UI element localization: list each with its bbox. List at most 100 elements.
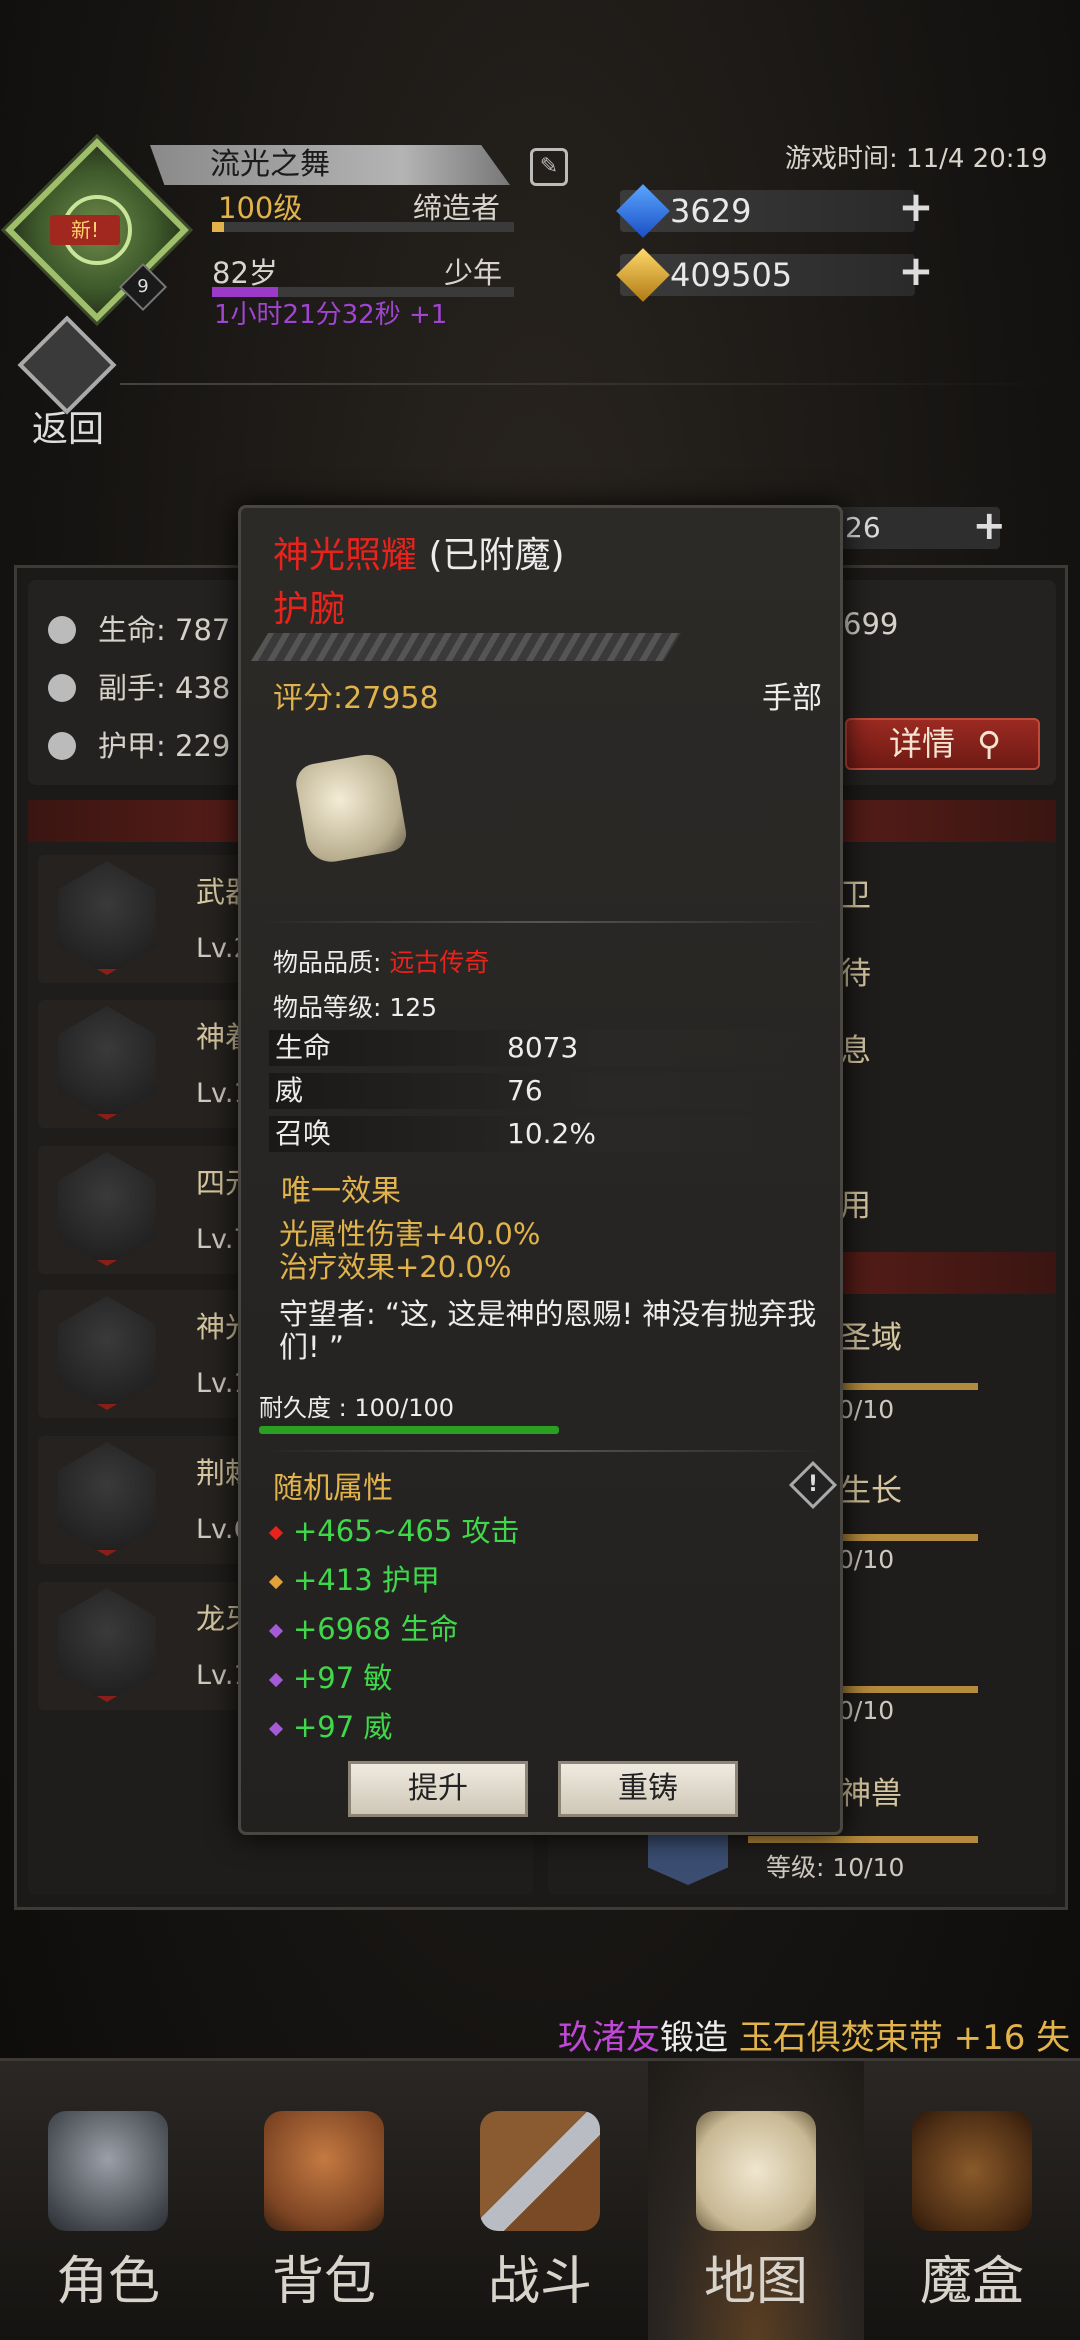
skill-bar-3 <box>748 1836 978 1843</box>
skill-progress-0: 0/10 <box>838 1395 895 1424</box>
nav-label: 魔盒 <box>919 2252 1024 2312</box>
heart-icon <box>48 616 76 644</box>
equipment-icon <box>58 861 156 975</box>
unique-effect-2: 治疗效果+20.0% <box>279 1250 512 1284</box>
popup-divider <box>261 921 826 923</box>
equipment-icon <box>58 1152 156 1266</box>
nav-label: 角色 <box>55 2252 160 2312</box>
armor-icon <box>48 732 76 760</box>
player-age: 82岁 <box>212 256 278 290</box>
skill-name-3: 神兽 <box>840 1776 902 1812</box>
gold-resource: 409505 + <box>616 248 934 302</box>
magic-box-icon <box>912 2111 1032 2231</box>
unique-effect-1: 光属性伤害+40.0% <box>279 1217 541 1251</box>
nav-magic-box[interactable]: 魔盒 <box>864 2061 1080 2340</box>
reforge-button[interactable]: 重铸 <box>558 1761 738 1817</box>
item-lore: 守望者: “这, 这是神的恩赐! 神没有抛弃我们! ” <box>279 1297 817 1364</box>
ticker-action: 锻造 <box>660 2018 739 2058</box>
purple-gem-icon <box>268 1623 284 1639</box>
nav-label: 地图 <box>703 2252 808 2312</box>
blue-gem-icon <box>616 184 670 238</box>
skill-progress-2: 0/10 <box>838 1696 895 1725</box>
skill-name-1: 生长 <box>840 1473 902 1509</box>
random-attr-title: 随机属性 <box>273 1471 393 1506</box>
partial-resource: 26 + <box>825 505 1006 549</box>
stat-right-value: 699 <box>843 607 899 641</box>
purple-gem-icon <box>268 1672 284 1688</box>
ticker-suffix: +16 失 <box>942 2018 1071 2058</box>
bottom-nav: 角色 背包 战斗 地图 魔盒 <box>0 2058 1080 2340</box>
helmet-icon <box>48 2111 168 2231</box>
item-detail-popup: 神光照耀 (已附魔) 护腕 评分:27958 手部 物品品质: 远古传奇 物品等… <box>238 505 843 1835</box>
player-name: 流光之舞 <box>150 145 510 185</box>
ticker-player: 玖渚友 <box>558 2018 660 2058</box>
back-button[interactable]: 返回 <box>17 315 118 450</box>
item-quality: 物品品质: 远古传奇 <box>273 948 490 977</box>
durability-label: 耐久度 : 100/100 <box>259 1394 455 1422</box>
right-item-0[interactable]: 卫 <box>840 870 871 915</box>
nav-label: 背包 <box>271 2252 376 2312</box>
random-attr-line: +97 威 <box>268 1704 392 1746</box>
gem-resource: 3629 + <box>616 184 934 238</box>
stat-life: 生命: 787 <box>48 607 230 649</box>
nav-battle[interactable]: 战斗 <box>432 2061 648 2340</box>
durability-bar <box>259 1426 559 1434</box>
add-gems-button[interactable]: + <box>897 186 935 228</box>
offhand-icon <box>48 674 76 702</box>
add-gold-button[interactable]: + <box>897 250 935 292</box>
base-stat-row: 召唤 10.2% <box>269 1116 824 1152</box>
search-icon: ⚲ <box>977 724 1002 763</box>
nav-backpack[interactable]: 背包 <box>216 2061 432 2340</box>
orange-gem-icon <box>268 1574 284 1590</box>
right-item-2[interactable]: 息 <box>840 1025 871 1070</box>
gold-coin-icon <box>616 248 670 302</box>
player-class: 缔造者 <box>413 191 501 225</box>
stat-armor: 护甲: 229 <box>48 723 230 765</box>
header-divider <box>120 383 1060 385</box>
backpack-icon <box>264 2111 384 2231</box>
random-attr-line: +465~465 攻击 <box>268 1508 520 1550</box>
player-level: 100级 <box>218 191 303 225</box>
skill-name-0: 圣域 <box>840 1320 902 1356</box>
nav-character[interactable]: 角色 <box>0 2061 216 2340</box>
title-stripe <box>251 633 681 661</box>
equipment-icon <box>58 1006 156 1120</box>
base-stat-row: 生命 8073 <box>269 1030 824 1066</box>
right-item-1[interactable]: 待 <box>840 948 871 993</box>
unique-effect-title: 唯一效果 <box>281 1174 401 1209</box>
random-attr-line: +6968 生命 <box>268 1606 458 1648</box>
forge-ticker: 玖渚友锻造 玉石俱焚束带 +16 失 <box>558 2010 1080 2059</box>
item-slot: 手部 <box>762 681 822 716</box>
game-time: 游戏时间: 11/4 20:19 <box>785 144 1048 174</box>
random-attr-line: +413 护甲 <box>268 1557 440 1599</box>
sword-shield-icon <box>480 2111 600 2231</box>
red-gem-icon <box>268 1525 284 1541</box>
nav-map[interactable]: 地图 <box>648 2061 864 2340</box>
age-stage: 少年 <box>444 256 503 290</box>
equipment-icon <box>58 1588 156 1702</box>
add-resource-icon[interactable]: + <box>972 505 1006 547</box>
nav-label: 战斗 <box>487 2252 592 2312</box>
item-score: 评分:27958 <box>273 681 439 716</box>
equipment-icon <box>58 1296 156 1410</box>
item-name: 神光照耀 <box>273 535 418 576</box>
base-stat-row: 威 76 <box>269 1073 824 1109</box>
enchant-tag: (已附魔) <box>417 535 565 576</box>
edit-name-icon[interactable]: ✎ <box>530 148 568 186</box>
new-badge: 新! <box>50 215 120 245</box>
ticker-item: 玉石俱焚束带 <box>738 2018 943 2058</box>
stat-offhand: 副手: 438 <box>48 665 230 707</box>
exp-bar <box>212 222 514 232</box>
random-attr-line: +97 敏 <box>268 1655 392 1697</box>
purple-gem-icon <box>268 1721 284 1737</box>
skill-progress-1: 0/10 <box>838 1545 895 1574</box>
popup-divider <box>261 1450 826 1452</box>
scroll-map-icon <box>696 2111 816 2231</box>
right-item-3[interactable]: 用 <box>840 1180 871 1225</box>
details-button[interactable]: 详情 ⚲ <box>845 718 1040 770</box>
bracer-icon <box>293 750 409 866</box>
upgrade-button[interactable]: 提升 <box>348 1761 528 1817</box>
item-title: 神光照耀 (已附魔) <box>273 526 565 578</box>
info-icon[interactable]: ! <box>788 1460 838 1510</box>
skill-progress-3: 等级: 10/10 <box>766 1853 905 1882</box>
